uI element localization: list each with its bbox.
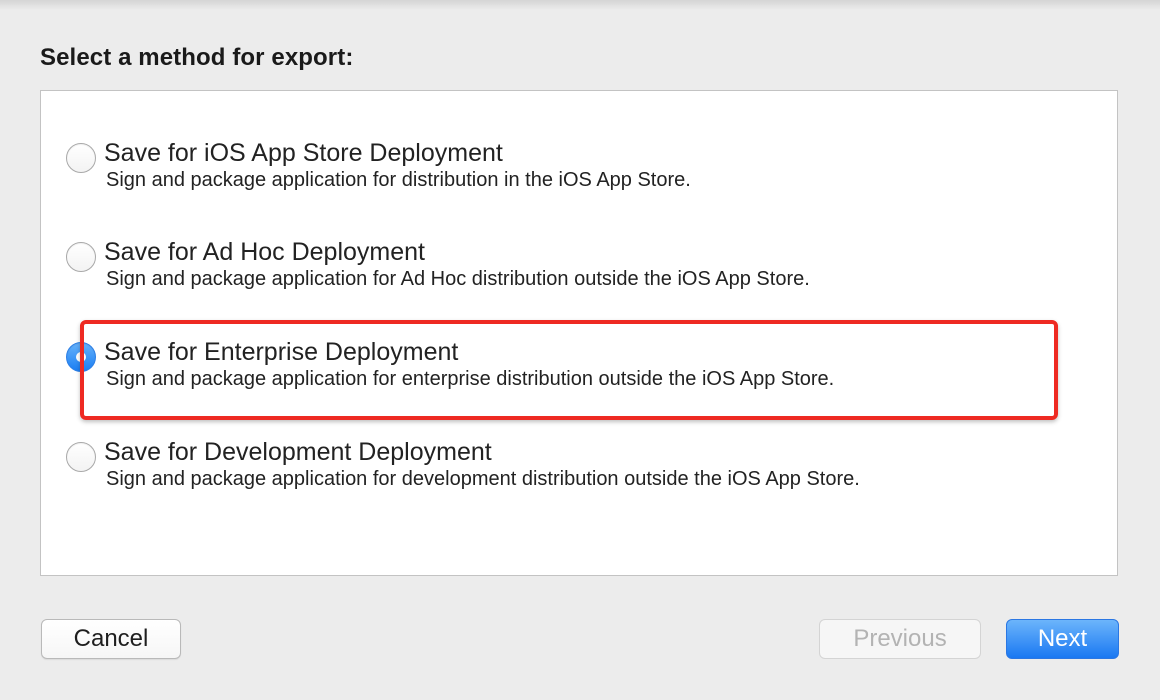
previous-button[interactable]: Previous xyxy=(819,619,981,659)
option-description: Sign and package application for Ad Hoc … xyxy=(106,268,810,290)
option-title[interactable]: Save for Development Deployment xyxy=(104,438,492,467)
option-enterprise[interactable]: Save for Enterprise Deployment Sign and … xyxy=(66,338,1026,412)
cancel-button[interactable]: Cancel xyxy=(41,619,181,659)
window-top-shadow xyxy=(0,0,1160,10)
option-title[interactable]: Save for Enterprise Deployment xyxy=(104,338,458,367)
option-title[interactable]: Save for Ad Hoc Deployment xyxy=(104,238,425,267)
radio-app-store[interactable] xyxy=(66,143,96,173)
radio-selected-dot-icon xyxy=(76,352,86,362)
option-title[interactable]: Save for iOS App Store Deployment xyxy=(104,139,503,168)
option-ad-hoc[interactable]: Save for Ad Hoc Deployment Sign and pack… xyxy=(66,238,1026,312)
page-title: Select a method for export: xyxy=(40,44,354,71)
radio-ad-hoc[interactable] xyxy=(66,242,96,272)
option-description: Sign and package application for develop… xyxy=(106,468,860,490)
option-app-store[interactable]: Save for iOS App Store Deployment Sign a… xyxy=(66,139,1026,213)
next-button[interactable]: Next xyxy=(1006,619,1119,659)
option-description: Sign and package application for enterpr… xyxy=(106,368,835,390)
option-description: Sign and package application for distrib… xyxy=(106,169,691,191)
radio-development[interactable] xyxy=(66,442,96,472)
radio-enterprise[interactable] xyxy=(66,342,96,372)
option-development[interactable]: Save for Development Deployment Sign and… xyxy=(66,438,1026,512)
